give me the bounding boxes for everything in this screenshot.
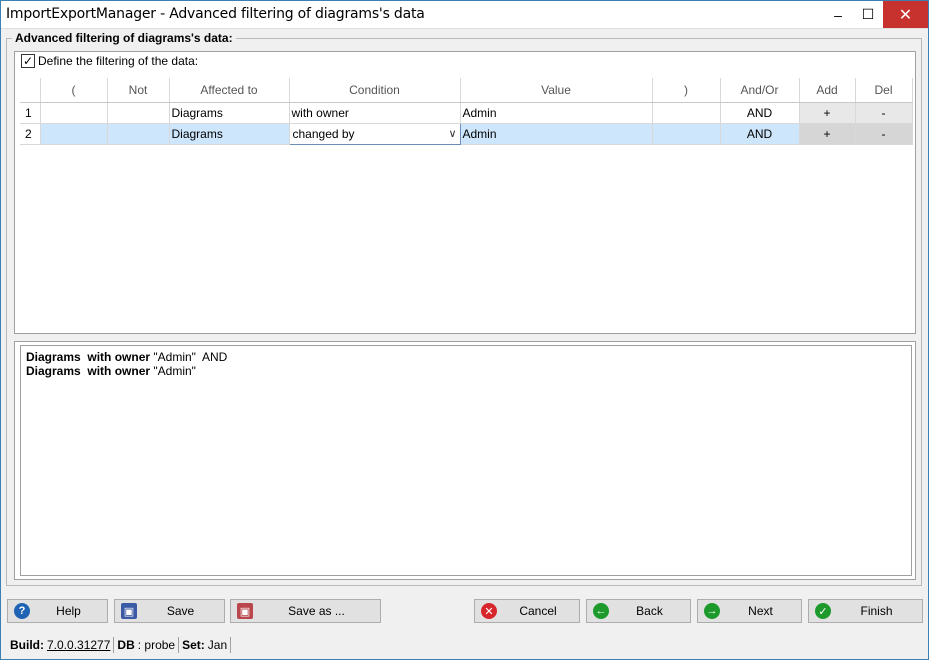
and-or-cell[interactable]: AND [720,123,800,145]
checkmark-icon: ✓ [815,603,831,619]
table-row[interactable]: 1 Diagrams with owner Admin AND + - [20,102,913,124]
col-header-del[interactable]: Del [855,78,913,103]
define-filter-checkbox[interactable]: ✓ [21,54,35,68]
back-button[interactable]: ← Back [586,599,691,623]
save-as-button-label: Save as ... [288,604,345,618]
grid-header-row: ( Not Affected to Condition Value ) And/… [20,78,913,103]
preview-conjunction: AND [201,350,228,364]
condition-dropdown-value: changed by [292,126,355,141]
col-header-condition[interactable]: Condition [289,78,461,103]
value-cell[interactable]: Admin [460,123,653,145]
delete-row-button[interactable]: - [855,123,913,145]
minimize-button[interactable]: – [823,1,853,28]
status-db: DB : probe [114,637,180,653]
add-row-button[interactable]: + [799,123,856,145]
help-icon: ? [14,603,30,619]
db-label: DB [117,638,135,652]
add-row-button[interactable]: + [799,102,856,124]
floppy-disk-edit-icon: ▣ [237,603,253,619]
close-button[interactable]: ✕ [883,1,928,28]
preview-predicate: with owner [87,364,151,378]
filter-preview-text[interactable]: Diagrams with owner "Admin" AND Diagrams… [20,345,912,576]
affected-to-cell[interactable]: Diagrams [169,123,290,145]
back-button-label: Back [636,604,663,618]
preview-predicate: with owner [87,350,151,364]
col-header-value[interactable]: Value [460,78,653,103]
save-button[interactable]: ▣ Save [114,599,225,623]
not-cell[interactable] [107,123,170,145]
floppy-disk-icon: ▣ [121,603,137,619]
col-header-rownum [20,78,41,103]
close-paren-cell[interactable] [652,123,721,145]
col-header-affected-to[interactable]: Affected to [169,78,290,103]
finish-button[interactable]: ✓ Finish [808,599,923,623]
set-value: Jan [207,638,228,652]
define-filter-row[interactable]: ✓ Define the filtering of the data: [21,54,198,68]
close-paren-cell[interactable] [652,102,721,124]
title-bar: ImportExportManager - Advanced filtering… [1,1,928,29]
condition-cell[interactable]: with owner [289,102,461,124]
preview-subject: Diagrams [26,364,81,378]
finish-button-label: Finish [860,604,893,618]
not-cell[interactable] [107,102,170,124]
group-title: Advanced filtering of diagrams's data: [12,31,236,45]
next-button-label: Next [748,604,773,618]
filter-grid: ( Not Affected to Condition Value ) And/… [20,78,913,145]
preview-line: Diagrams with owner "Admin" AND [26,350,906,364]
preview-value: "Admin" [153,350,196,364]
preview-subject: Diagrams [26,350,81,364]
window-title: ImportExportManager - Advanced filtering… [6,6,425,22]
col-header-not[interactable]: Not [107,78,170,103]
col-header-close-paren[interactable]: ) [652,78,721,103]
cancel-button-label: Cancel [519,604,557,618]
next-button[interactable]: → Next [697,599,802,623]
maximize-button[interactable]: ☐ [853,1,883,28]
build-label: Build: [10,638,44,652]
help-button-label: Help [56,604,81,618]
col-header-add[interactable]: Add [799,78,856,103]
value-cell[interactable]: Admin [460,102,653,124]
app-window: ImportExportManager - Advanced filtering… [0,0,929,660]
cancel-button[interactable]: ✕ Cancel [474,599,580,623]
status-bar: Build: 7.0.0.31277 DB : probe Set: Jan [1,631,928,659]
db-value: : probe [137,638,176,652]
condition-dropdown[interactable]: changed by ∨ [288,122,461,145]
affected-to-cell[interactable]: Diagrams [169,102,290,124]
row-number: 2 [20,123,41,145]
cancel-x-icon: ✕ [481,603,497,619]
status-build: Build: 7.0.0.31277 [7,637,115,653]
save-button-label: Save [166,604,195,618]
col-header-and-or[interactable]: And/Or [720,78,800,103]
save-as-button[interactable]: ▣ Save as ... [230,599,381,623]
set-label: Set: [182,638,205,652]
arrow-left-icon: ← [593,603,609,619]
open-paren-cell[interactable] [40,123,108,145]
preview-value: "Admin" [153,364,196,378]
arrow-right-icon: → [704,603,720,619]
build-version-link[interactable]: 7.0.0.31277 [47,638,110,652]
status-set: Set: Jan [179,637,232,653]
preview-line: Diagrams with owner "Admin" [26,364,906,378]
define-filter-label: Define the filtering of the data: [38,54,199,68]
table-row[interactable]: 2 Diagrams changed by ∨ Admin AND + - [20,122,913,145]
and-or-cell[interactable]: AND [720,102,800,124]
chevron-down-icon[interactable]: ∨ [448,127,456,140]
col-header-open-paren[interactable]: ( [40,78,108,103]
help-button[interactable]: ? Help [7,599,108,623]
delete-row-button[interactable]: - [855,102,913,124]
open-paren-cell[interactable] [40,102,108,124]
row-number: 1 [20,102,41,124]
filter-preview-panel: Diagrams with owner "Admin" AND Diagrams… [14,341,916,580]
